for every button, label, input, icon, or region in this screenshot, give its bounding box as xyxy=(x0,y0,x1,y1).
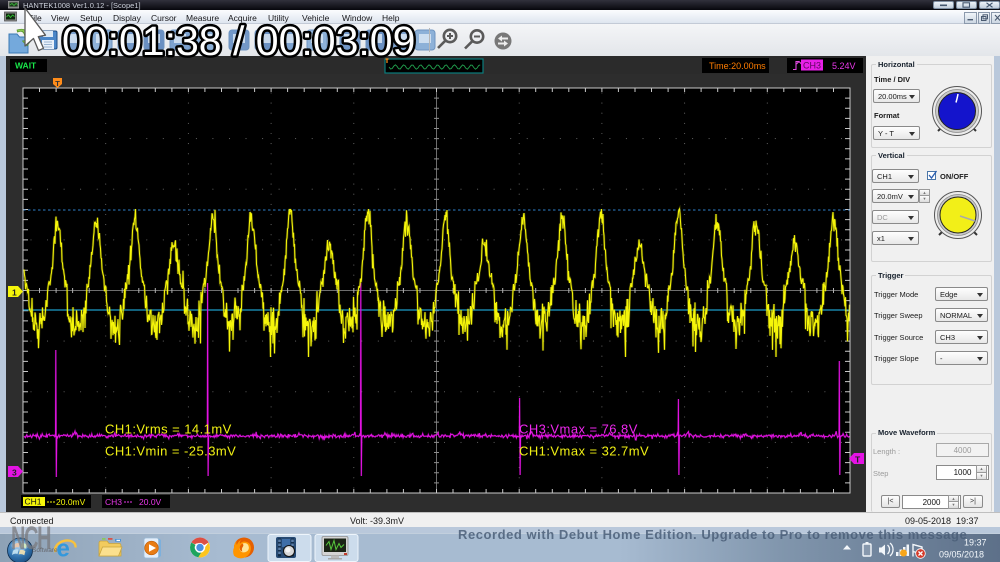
svg-text:CH3: CH3 xyxy=(105,497,122,507)
svg-text:T: T xyxy=(855,455,861,465)
svg-text:1: 1 xyxy=(12,288,17,298)
svg-text:CH1: CH1 xyxy=(25,497,42,507)
svg-text:00:01:38 / 00:03:09: 00:01:38 / 00:03:09 xyxy=(62,18,415,64)
svg-text:3: 3 xyxy=(12,468,17,478)
svg-text:20.0mV: 20.0mV xyxy=(56,497,86,507)
svg-text:09/05/2018: 09/05/2018 xyxy=(939,550,984,560)
svg-text:CH1:Vmin = -25.3mV: CH1:Vmin = -25.3mV xyxy=(105,444,236,459)
svg-text:CH1:Vmax = 32.7mV: CH1:Vmax = 32.7mV xyxy=(519,444,649,459)
svg-text:CH3:Vmax = 76.8V: CH3:Vmax = 76.8V xyxy=(519,422,638,437)
svg-text:T: T xyxy=(55,79,60,88)
svg-text:20.0V: 20.0V xyxy=(139,497,162,507)
svg-text:CH1:Vrms = 14.1mV: CH1:Vrms = 14.1mV xyxy=(105,422,232,437)
